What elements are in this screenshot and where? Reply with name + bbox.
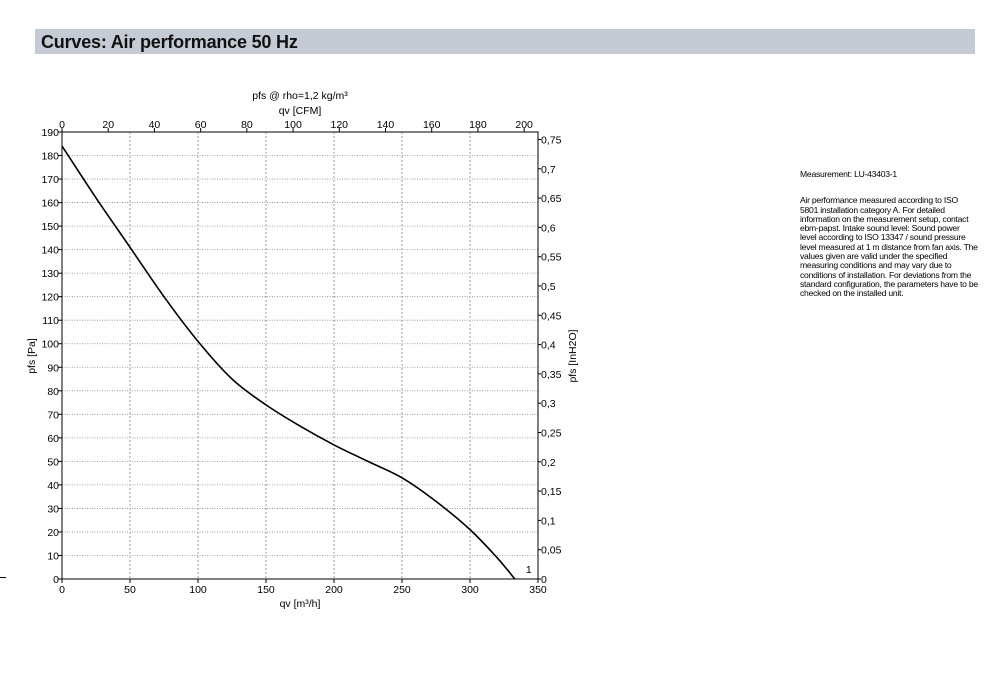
y2-tick-label: 0,5 [541,281,556,293]
x-tick-label: 100 [189,584,207,596]
x2-tick-label: 60 [195,119,207,131]
measurement-notes: Measurement: LU-43403-1 Air performance … [800,169,978,299]
y2-tick-label: 0,3 [541,398,556,410]
y2-tick-label: 0,4 [541,340,556,352]
y2-tick-label: 0,6 [541,222,556,234]
y2-tick-label: 0,2 [541,457,556,469]
measurement-id: Measurement: LU-43403-1 [800,169,897,179]
y-tick-label: 190 [41,127,59,139]
tick-labels: 0 50 100 150 200 250 300 3500102030405060708090… [41,119,561,596]
curve-label: 1 [526,564,532,576]
y-tick-label: 170 [41,174,59,186]
y-tick-label: 70 [47,409,59,421]
y-tick-label: 60 [47,433,59,445]
y2-tick-label: 0,15 [541,486,562,498]
y2-tick-label: 0,05 [541,545,562,557]
x2-tick-label: 160 [423,119,441,131]
y-tick-label: 10 [47,550,59,562]
x2-tick-label: 20 [102,119,114,131]
grid [62,132,538,579]
y2-tick-label: 0,35 [541,369,562,381]
measurement-description: Air performance measured according to IS… [800,195,978,299]
x2-axis-label: qv [CFM] [279,105,322,117]
y-tick-label: 100 [41,339,59,351]
plot-frame [58,128,541,583]
y-tick-label: 160 [41,198,59,210]
plot-border [61,131,539,580]
y-tick-label: 50 [47,456,59,468]
y2-axis-label: pfs [InH2O] [567,329,579,382]
chart-top-title: pfs @ rho=1,2 kg/m³ [252,90,348,102]
x-axis-label: qv [m³/h] [280,598,321,610]
x2-tick-label: 100 [284,119,302,131]
y-tick-label: 80 [47,386,59,398]
x2-tick-label: 120 [331,119,349,131]
curve-layer: 1 [61,145,532,580]
y-tick-label: 150 [41,221,59,233]
x-tick-label: 150 [257,584,275,596]
y-tick-label: 110 [42,315,59,327]
x-tick-label: 250 [393,584,411,596]
x-tick-label: 200 [325,584,343,596]
x2-tick-label: 80 [241,119,253,131]
x-tick-label: 300 [461,584,479,596]
y2-tick-label: 0,55 [541,252,562,264]
x-tick-label: 50 [124,584,136,596]
y-tick-label: 180 [41,151,59,163]
x2-tick-label: 0 [59,119,65,131]
y-axis-label: pfs [Pa] [26,338,38,374]
y2-tick-label: 0,1 [541,515,556,527]
y-tick-label: 140 [41,245,59,257]
y2-tick-label: 0,65 [541,193,562,205]
y2-tick-label: 0 [541,574,547,586]
air-performance-chart: 1 0 50 100 150 200 250 300 35001020304050607080… [26,90,579,610]
y-tick-label: 40 [47,480,59,492]
y-tick-label: 0 [53,574,59,586]
x2-tick-label: 140 [377,119,395,131]
y-tick-label: 20 [47,527,59,539]
x2-tick-label: 40 [149,119,161,131]
y2-tick-label: 0,75 [541,134,562,146]
x2-tick-label: 200 [515,119,533,131]
y2-tick-label: 0,7 [541,164,556,176]
y-tick-label: 130 [41,268,59,280]
y-tick-label: 30 [47,503,59,515]
y2-tick-label: 0,45 [541,310,562,322]
x-tick-label: 0 [59,584,65,596]
x2-tick-label: 180 [469,119,487,131]
performance-curve [61,145,516,580]
y-tick-label: 90 [47,362,59,374]
y-tick-label: 120 [41,292,59,304]
y2-tick-label: 0,25 [541,427,562,439]
